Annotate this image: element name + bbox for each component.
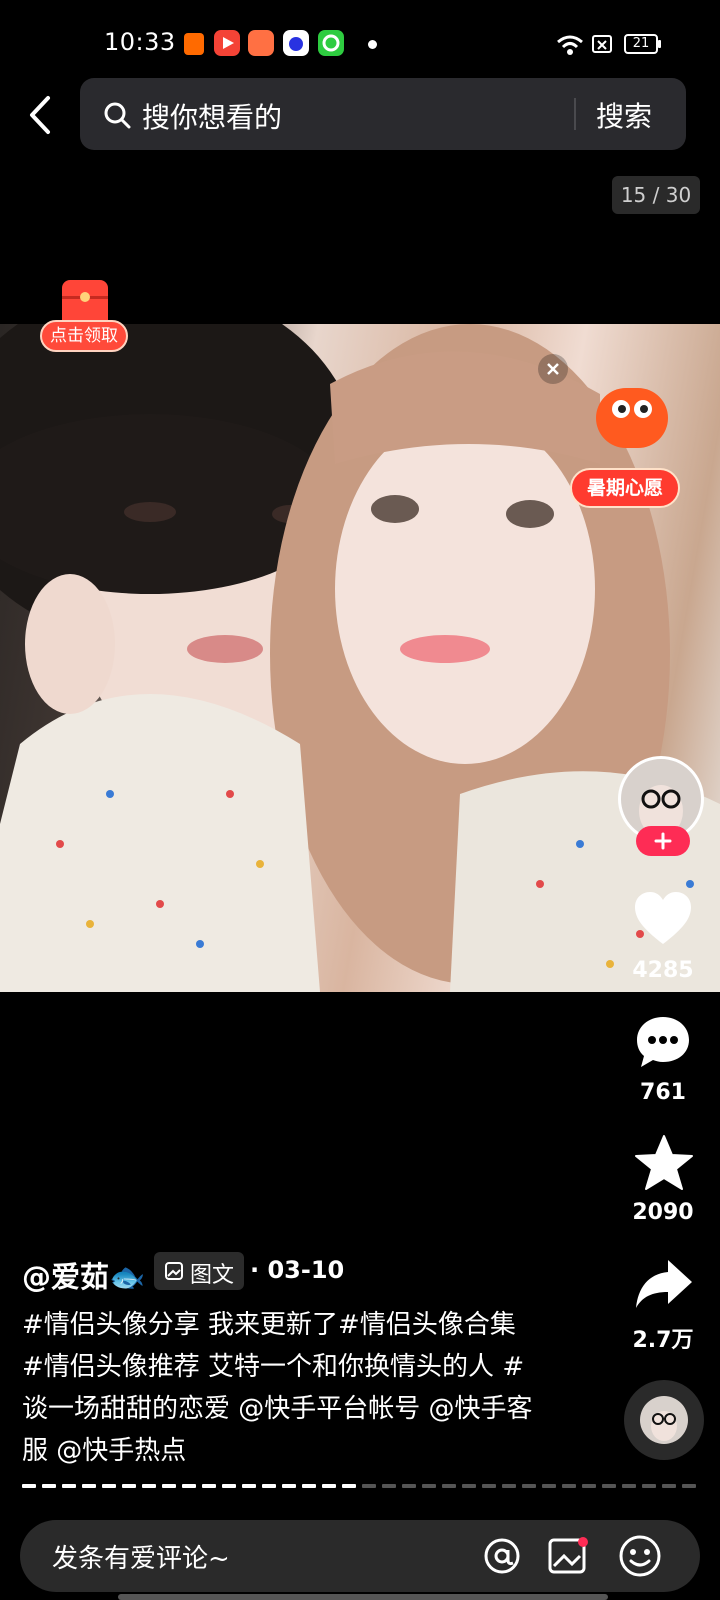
progress-segment — [382, 1484, 396, 1488]
comment-bar[interactable]: 发条有爱评论~ — [20, 1520, 700, 1592]
progress-segment — [282, 1484, 296, 1488]
progress-segment — [22, 1484, 36, 1488]
progress-segment — [522, 1484, 536, 1488]
progress-segment — [502, 1484, 516, 1488]
wifi-icon — [557, 35, 583, 55]
progress-segment — [542, 1484, 556, 1488]
progress-segment — [82, 1484, 96, 1488]
likes-count: 4285 — [632, 958, 694, 983]
progress-segment — [482, 1484, 496, 1488]
battery-tip — [658, 40, 661, 48]
image-picker-icon[interactable] — [548, 1536, 590, 1576]
search-bar[interactable]: 搜你想看的 搜索 — [80, 78, 686, 150]
home-indicator — [118, 1594, 608, 1600]
search-icon — [104, 102, 131, 129]
like-heart-icon[interactable] — [632, 890, 694, 948]
music-disc-avatar — [640, 1396, 688, 1444]
post-date-value: 03-10 — [267, 1256, 345, 1284]
progress-segment — [602, 1484, 616, 1488]
taobao-icon — [184, 33, 204, 55]
green-app-icon — [318, 30, 344, 56]
progress-segment — [62, 1484, 76, 1488]
red-packet-label: 点击领取 — [40, 320, 128, 352]
progress-segment — [182, 1484, 196, 1488]
sim-icon — [592, 35, 612, 53]
progress-segment — [322, 1484, 336, 1488]
summer-wish-label: 暑期心愿 — [570, 468, 680, 508]
plus-icon — [654, 832, 672, 850]
search-input[interactable]: 搜你想看的 — [142, 96, 282, 136]
back-icon[interactable] — [22, 92, 58, 138]
progress-segment — [342, 1484, 356, 1488]
status-bar: 10:33 21 — [0, 0, 720, 80]
progress-segment — [262, 1484, 276, 1488]
fish-emoji-icon: 🐟 — [109, 1260, 146, 1294]
progress-segment — [622, 1484, 636, 1488]
progress-segment — [102, 1484, 116, 1488]
video-app-icon — [214, 30, 240, 56]
shares-count: 2.7万 — [632, 1328, 694, 1353]
progress-segment — [142, 1484, 156, 1488]
emoji-icon[interactable] — [618, 1534, 662, 1578]
progress-segment — [42, 1484, 56, 1488]
progress-segment — [442, 1484, 456, 1488]
author-handle: @爱茹 — [22, 1260, 110, 1294]
progress-segment — [242, 1484, 256, 1488]
at-mention-icon[interactable] — [482, 1536, 522, 1576]
progress-segment — [162, 1484, 176, 1488]
progress-segment — [362, 1484, 376, 1488]
red-packet-promo[interactable]: 点击领取 — [40, 278, 130, 360]
progress-segment — [462, 1484, 476, 1488]
favorites-count: 2090 — [632, 1200, 694, 1225]
notification-dot — [368, 40, 377, 49]
image-counter: 15 / 30 — [612, 176, 700, 214]
mascot-icon — [596, 388, 668, 448]
comment-input[interactable]: 发条有爱评论~ — [52, 1538, 230, 1575]
summer-wish-promo[interactable]: 暑期心愿 — [538, 346, 696, 514]
share-arrow-icon[interactable] — [634, 1256, 694, 1310]
search-button[interactable]: 搜索 — [596, 95, 652, 135]
battery-icon: 21 — [624, 34, 658, 54]
progress-segment — [202, 1484, 216, 1488]
battery-level: 21 — [632, 36, 650, 51]
progress-segment — [682, 1484, 696, 1488]
post-date: · 03-10 — [250, 1256, 345, 1284]
progress-segment — [642, 1484, 656, 1488]
post-type-badge: 图文 — [154, 1252, 244, 1290]
image-icon — [165, 1262, 183, 1280]
progress-segment — [122, 1484, 136, 1488]
music-disc[interactable] — [624, 1380, 704, 1460]
close-promo-button[interactable] — [538, 354, 568, 384]
follow-button[interactable] — [636, 826, 690, 856]
author-name[interactable]: @爱茹🐟 — [22, 1254, 145, 1296]
progress-segment — [582, 1484, 596, 1488]
progress-segment — [662, 1484, 676, 1488]
progress-segment — [562, 1484, 576, 1488]
game-app-icon — [248, 30, 274, 56]
progress-segment — [302, 1484, 316, 1488]
search-divider — [574, 98, 576, 130]
progress-segment — [402, 1484, 416, 1488]
close-icon — [547, 363, 559, 375]
progress-segment — [222, 1484, 236, 1488]
status-time: 10:33 — [104, 28, 176, 56]
favorite-star-icon[interactable] — [634, 1134, 694, 1192]
progress-segment — [422, 1484, 436, 1488]
image-progress-bar — [22, 1484, 696, 1488]
post-caption[interactable]: #情侣头像分享 我来更新了#情侣头像合集 #情侣头像推荐 艾特一个和你换情头的人… — [22, 1304, 542, 1472]
post-type-label: 图文 — [190, 1263, 235, 1288]
comment-icon[interactable] — [634, 1014, 692, 1070]
baidu-icon — [283, 30, 309, 56]
comments-count: 761 — [640, 1080, 686, 1105]
